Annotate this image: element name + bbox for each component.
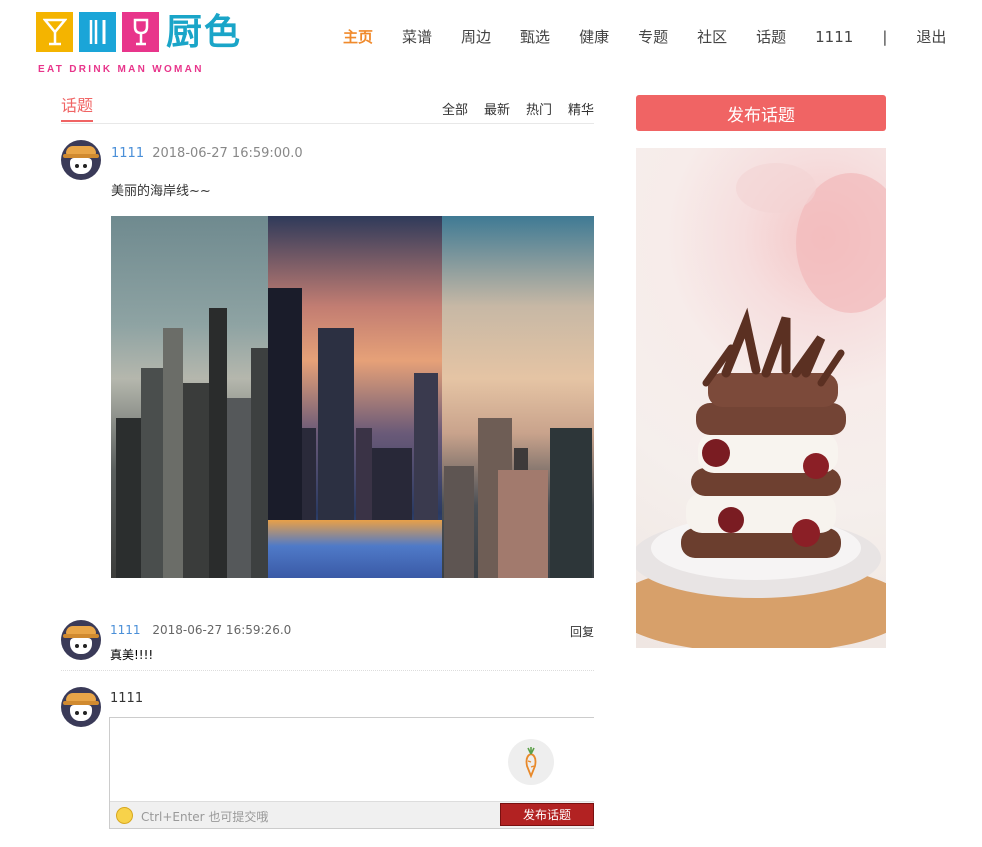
topic-section-title: 话题 [61,92,94,122]
nav-item-selection[interactable]: 甄选 [520,26,550,47]
post-timestamp: 2018-06-27 16:59:00.0 [152,146,303,161]
skyline-panel-3 [442,216,594,578]
nav-item-recipes[interactable]: 菜谱 [402,26,432,47]
filter-featured[interactable]: 精华 [568,99,594,118]
nav-separator: | [882,27,888,46]
reply-username[interactable]: 1111 [110,623,141,637]
composer-box: Ctrl+Enter 也可提交哦 发布话题 [109,717,594,829]
nav-item-nearby[interactable]: 周边 [461,26,491,47]
filter-hot[interactable]: 热门 [526,99,552,118]
city-skyline-collage-image[interactable] [111,216,594,578]
nav-item-community[interactable]: 社区 [697,26,727,47]
topic-header: 话题 全部 最新 热门 精华 [61,92,594,124]
post-meta: 1111 2018-06-27 16:59:00.0 [111,146,303,161]
nav-item-health[interactable]: 健康 [579,26,609,47]
post-text: 美丽的海岸线~~ [111,184,211,199]
filter-latest[interactable]: 最新 [484,99,510,118]
publish-topic-button[interactable]: 发布话题 [636,95,886,131]
nav-item-special[interactable]: 专题 [638,26,668,47]
nav-item-user[interactable]: 1111 [815,28,853,46]
smiley-icon[interactable] [116,807,133,824]
skyline-panel-2 [268,216,442,578]
logo-subtitle: EAT DRINK MAN WOMAN [38,64,204,75]
fork-knife-icon [79,12,116,52]
avatar[interactable] [61,140,101,180]
post-username[interactable]: 1111 [111,146,144,161]
avatar [61,687,101,727]
logo-icons [36,12,159,52]
carrot-icon [508,739,554,785]
submit-comment-button[interactable]: 发布话题 [500,803,594,826]
avatar[interactable] [61,620,101,660]
skyline-panel-1 [111,216,268,578]
reply-button[interactable]: 回复 [570,623,594,640]
reply-item: 1111 2018-06-27 16:59:26.0 真美!!!! 回复 [61,618,594,671]
cocktail-glass-icon [36,12,73,52]
logo-title: 厨色 [166,12,243,53]
topic-feed: 话题 全部 最新 热门 精华 1111 2018-06-27 16:59:00.… [61,92,594,829]
topic-filters: 全部 最新 热门 精华 [442,99,594,118]
submit-hint: Ctrl+Enter 也可提交哦 [141,810,269,824]
wine-glass-icon [122,12,159,52]
reply-text: 真美!!!! [110,648,154,662]
reply-composer: 1111 Ctrl+Enter 也可提交哦 发布话题 [61,687,594,832]
nav-item-home[interactable]: 主页 [343,26,373,47]
site-logo[interactable]: 厨色 EAT DRINK MAN WOMAN [36,12,251,76]
logout-link[interactable]: 退出 [916,26,946,47]
chocolate-cake-image[interactable] [636,148,886,648]
composer-username: 1111 [110,691,144,706]
reply-meta: 1111 2018-06-27 16:59:26.0 [110,623,291,637]
composer-toolbar: Ctrl+Enter 也可提交哦 发布话题 [110,801,594,828]
main-nav: 主页 菜谱 周边 甄选 健康 专题 社区 话题 1111 | 退出 [343,26,975,47]
filter-all[interactable]: 全部 [442,99,468,118]
nav-item-topics[interactable]: 话题 [756,26,786,47]
reply-timestamp: 2018-06-27 16:59:26.0 [152,623,292,637]
